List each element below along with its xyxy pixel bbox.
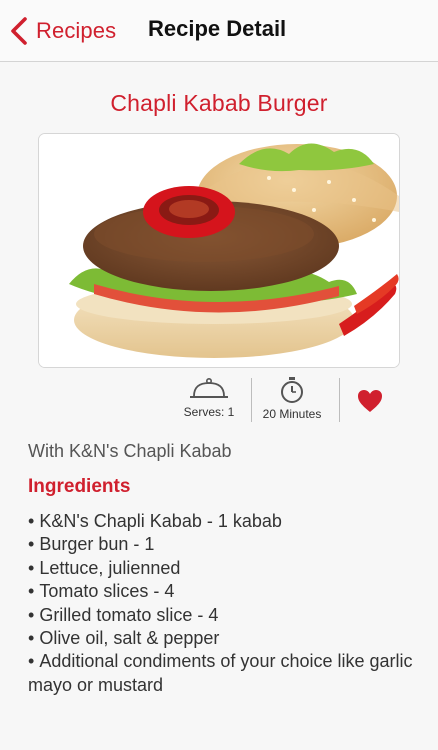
ingredient-item: Tomato slices - 4 xyxy=(28,580,413,603)
serves-label: Serves: 1 xyxy=(183,405,235,419)
ingredient-item: Olive oil, salt & pepper xyxy=(28,627,413,650)
back-button-label: Recipes xyxy=(36,18,117,43)
serves-stat: Serves: 1 xyxy=(178,376,240,426)
ingredients-list: K&N's Chapli Kabab - 1 kabab Burger bun … xyxy=(28,510,413,697)
ingredient-item: Lettuce, julienned xyxy=(28,557,413,580)
recipe-subtitle: With K&N's Chapli Kabab xyxy=(28,441,232,461)
ingredient-item: Grilled tomato slice - 4 xyxy=(28,604,413,627)
recipe-title: Chapli Kabab Burger xyxy=(110,90,328,116)
recipe-stats: Serves: 1 20 Minutes xyxy=(0,376,438,426)
navigation-bar: Recipes Recipe Detail xyxy=(0,0,438,62)
heart-icon xyxy=(358,390,382,412)
ingredient-item: K&N's Chapli Kabab - 1 kabab xyxy=(28,510,413,533)
ingredient-item: Additional condiments of your choice lik… xyxy=(28,650,413,697)
burger-image xyxy=(39,134,399,367)
ingredient-item: Burger bun - 1 xyxy=(28,533,413,556)
chevron-left-icon xyxy=(11,17,27,45)
cloche-icon xyxy=(190,377,228,398)
recipe-photo xyxy=(38,133,400,368)
divider xyxy=(251,378,252,422)
divider xyxy=(339,378,340,422)
time-stat: 20 Minutes xyxy=(256,376,328,426)
back-button[interactable]: Recipes xyxy=(8,12,116,50)
ingredients-heading: Ingredients xyxy=(28,476,131,497)
favorite-button[interactable] xyxy=(356,388,384,414)
stopwatch-icon xyxy=(281,377,303,403)
page-title: Recipe Detail xyxy=(148,16,287,41)
time-label: 20 Minutes xyxy=(262,407,322,421)
